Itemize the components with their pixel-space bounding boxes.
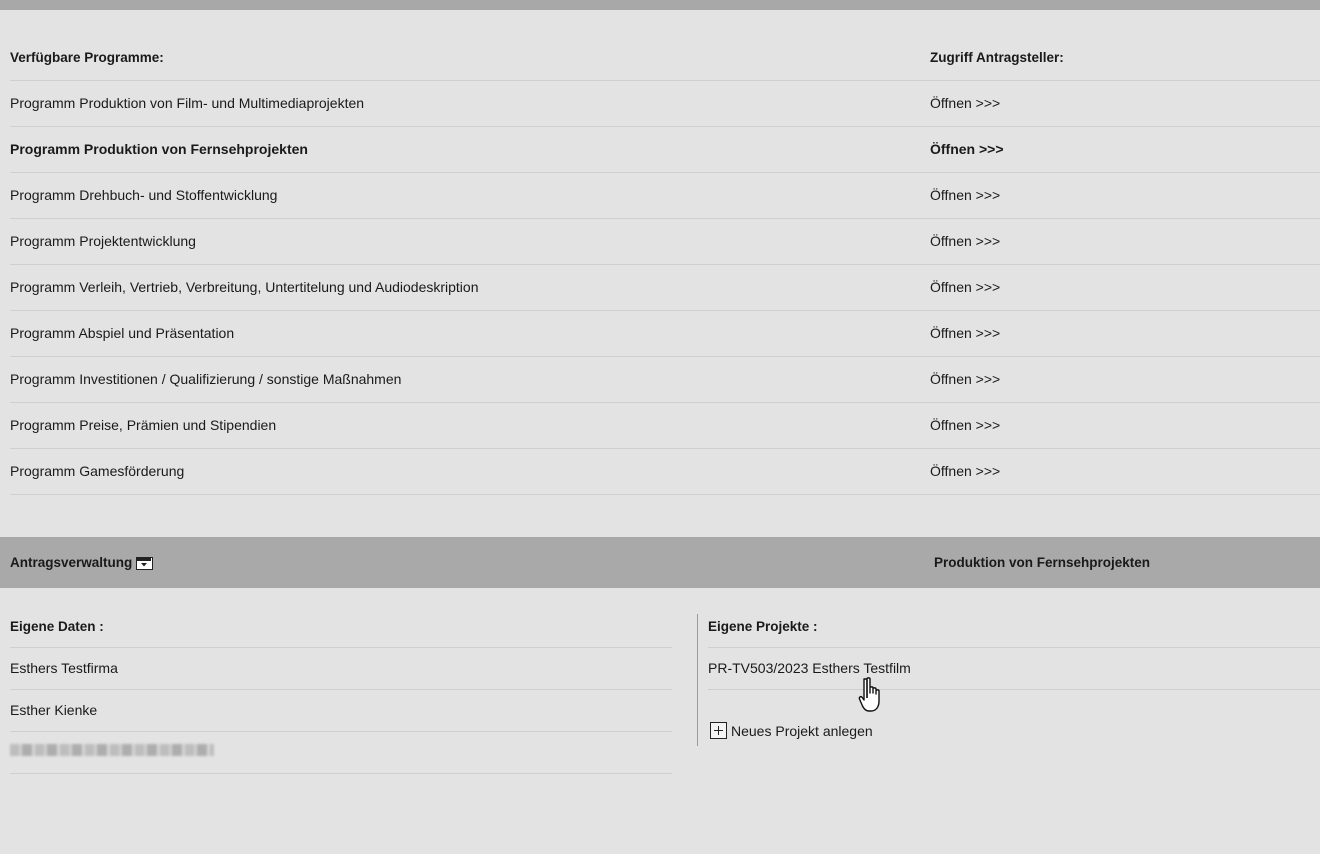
- admin-title: Antragsverwaltung: [10, 555, 133, 570]
- plus-box-icon: [710, 722, 727, 739]
- own-data-person: Esther Kienke: [10, 690, 672, 732]
- program-name: Programm Preise, Prämien und Stipendien: [10, 417, 277, 433]
- program-name: Programm Projektentwicklung: [10, 233, 196, 249]
- program-open-link[interactable]: Öffnen >>>: [930, 357, 1000, 402]
- access-column-header: Zugriff Antragsteller:: [930, 50, 1064, 65]
- own-data-section: Eigene Daten : Esthers Testfirma Esther …: [10, 606, 672, 774]
- program-open-link[interactable]: Öffnen >>>: [930, 81, 1000, 126]
- program-row: Programm Gamesförderung Öffnen >>>: [10, 449, 1320, 495]
- new-project-label: Neues Projekt anlegen: [731, 722, 873, 739]
- collapse-toggle-icon[interactable]: [136, 556, 154, 570]
- program-open-link[interactable]: Öffnen >>>: [930, 265, 1000, 310]
- project-link[interactable]: PR-TV503/2023 Esthers Testfilm: [708, 648, 1320, 690]
- program-open-link[interactable]: Öffnen >>>: [930, 449, 1000, 494]
- redacted-text: [10, 744, 214, 756]
- program-open-link[interactable]: Öffnen >>>: [930, 311, 1000, 356]
- column-divider: [697, 614, 698, 746]
- hand-pointer-icon: [858, 677, 880, 712]
- programs-column-header: Verfügbare Programme:: [10, 50, 164, 65]
- own-data-header: Eigene Daten :: [10, 606, 672, 648]
- program-open-link[interactable]: Öffnen >>>: [930, 403, 1000, 448]
- top-bar: [0, 0, 1320, 10]
- selected-program-label: Produktion von Fernsehprojekten: [934, 555, 1151, 570]
- program-open-link[interactable]: Öffnen >>>: [930, 219, 1000, 264]
- program-open-link[interactable]: Öffnen >>>: [930, 127, 1004, 172]
- own-data-redacted: [10, 732, 672, 774]
- new-project-button[interactable]: Neues Projekt anlegen: [710, 722, 873, 739]
- program-row: Programm Drehbuch- und Stoffentwicklung …: [10, 173, 1320, 219]
- programs-table: Verfügbare Programme: Zugriff Antragstel…: [10, 36, 1320, 495]
- program-name: Programm Verleih, Vertrieb, Verbreitung,…: [10, 279, 479, 295]
- program-name: Programm Gamesförderung: [10, 463, 185, 479]
- program-name: Programm Abspiel und Präsentation: [10, 325, 235, 341]
- program-row: Programm Abspiel und Präsentation Öffnen…: [10, 311, 1320, 357]
- admin-bar: Antragsverwaltung Produktion von Fernseh…: [0, 537, 1320, 588]
- program-name: Programm Produktion von Fernsehprojekten: [10, 141, 308, 157]
- program-row: Programm Projektentwicklung Öffnen >>>: [10, 219, 1320, 265]
- program-row: Programm Verleih, Vertrieb, Verbreitung,…: [10, 265, 1320, 311]
- page: Verfügbare Programme: Zugriff Antragstel…: [0, 0, 1320, 854]
- own-projects-header: Eigene Projekte :: [708, 606, 1320, 648]
- own-data-company: Esthers Testfirma: [10, 648, 672, 690]
- programs-table-header: Verfügbare Programme: Zugriff Antragstel…: [10, 36, 1320, 81]
- program-row-selected: Programm Produktion von Fernsehprojekten…: [10, 127, 1320, 173]
- program-open-link[interactable]: Öffnen >>>: [930, 173, 1000, 218]
- admin-title-group: Antragsverwaltung: [10, 537, 154, 589]
- program-row: Programm Produktion von Film- und Multim…: [10, 81, 1320, 127]
- program-name: Programm Drehbuch- und Stoffentwicklung: [10, 187, 278, 203]
- program-name: Programm Produktion von Film- und Multim…: [10, 95, 365, 111]
- program-name: Programm Investitionen / Qualifizierung …: [10, 371, 402, 387]
- own-projects-section: Eigene Projekte : PR-TV503/2023 Esthers …: [708, 606, 1320, 690]
- program-row: Programm Preise, Prämien und Stipendien …: [10, 403, 1320, 449]
- program-row: Programm Investitionen / Qualifizierung …: [10, 357, 1320, 403]
